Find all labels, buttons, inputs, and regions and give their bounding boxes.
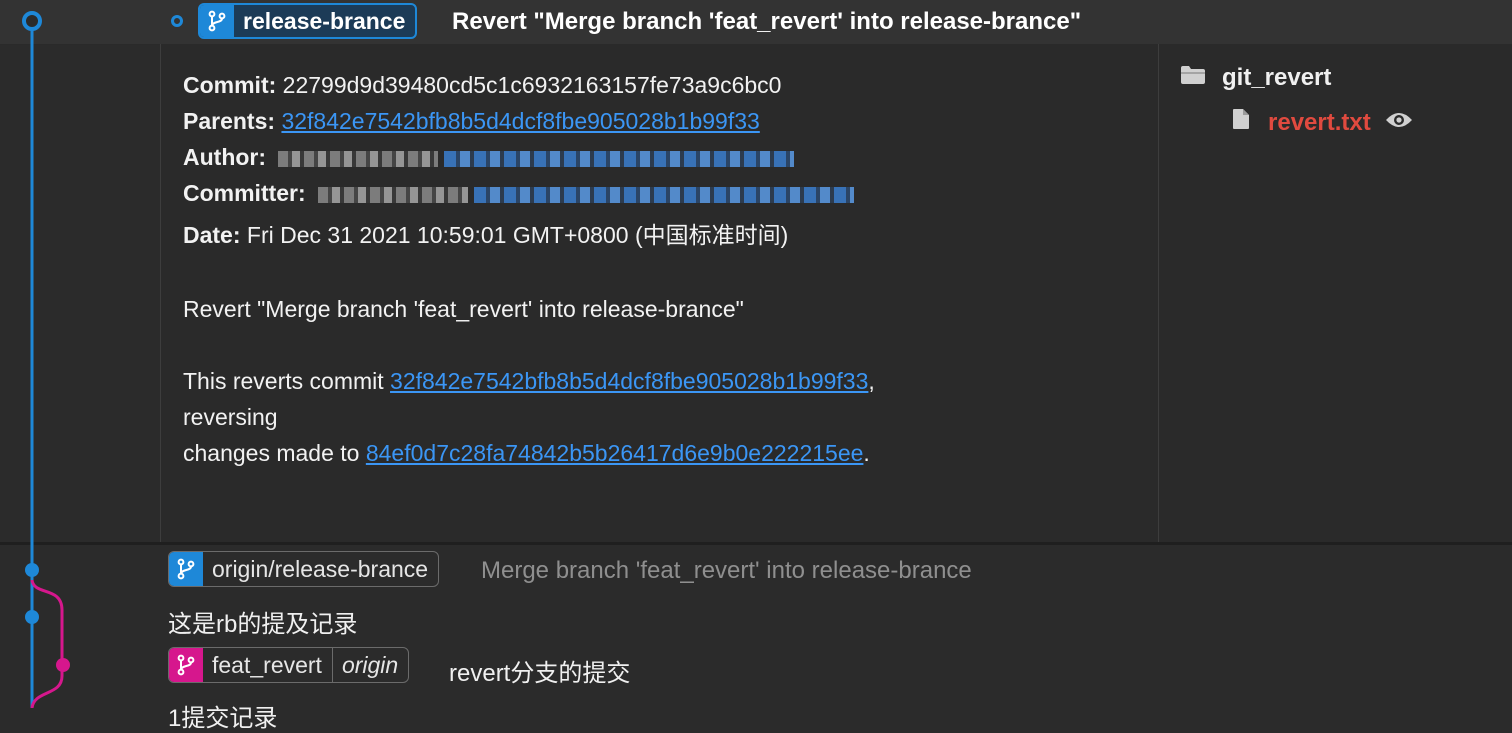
- commit-message-title: Revert "Merge branch 'feat_revert' into …: [183, 296, 744, 322]
- commit-node-selected[interactable]: [22, 11, 42, 31]
- remote-label: origin: [341, 651, 399, 678]
- date-label: Date:: [183, 222, 241, 248]
- committer-label: Committer:: [183, 180, 306, 206]
- committer-email-redacted: [474, 186, 855, 203]
- file-icon: [1232, 108, 1250, 137]
- message-line3-prefix: changes made to: [183, 440, 366, 466]
- parents-hash-link[interactable]: 32f842e7542bfb8b5d4dcf8fbe905028b1b99f33: [281, 108, 759, 134]
- commit-message-line3: changes made to 84ef0d7c28fa74842b5b2641…: [183, 440, 870, 467]
- file-item-revert-txt[interactable]: revert.txt: [1232, 108, 1413, 137]
- reverted-commit-link[interactable]: 32f842e7542bfb8b5d4dcf8fbe905028b1b99f33: [390, 368, 868, 394]
- author-label: Author:: [183, 144, 267, 170]
- changes-commit-link[interactable]: 84ef0d7c28fa74842b5b26417d6e9b0e222215ee: [366, 440, 864, 466]
- git-branch-icon: [169, 552, 203, 586]
- author-email-redacted: [444, 150, 795, 167]
- commit-message-line2: reversing: [183, 404, 278, 430]
- file-name: revert.txt: [1268, 108, 1371, 136]
- folder-icon: [1180, 64, 1206, 92]
- feat-branch-line-bottom: [30, 666, 64, 708]
- branch-label: release-brance: [243, 7, 406, 34]
- author-line: Author:: [183, 144, 795, 171]
- date-line: Date: Fri Dec 31 2021 10:59:01 GMT+0800 …: [183, 216, 788, 250]
- author-name-redacted: [278, 150, 439, 167]
- message-line1-suffix: ,: [868, 368, 875, 394]
- eye-icon[interactable]: [1385, 109, 1413, 137]
- panel-divider: [0, 542, 1512, 545]
- selected-commit-subject: Revert "Merge branch 'feat_revert' into …: [452, 8, 1082, 35]
- date-value: Fri Dec 31 2021 10:59:01 GMT+0800 (中国标准时…: [246, 222, 789, 248]
- parents-line: Parents: 32f842e7542bfb8b5d4dcf8fbe90502…: [183, 108, 760, 135]
- commit-message-line1: This reverts commit 32f842e7542bfb8b5d4d…: [183, 368, 875, 395]
- commit-subject-first[interactable]: 1提交记录: [168, 698, 277, 733]
- commit-label: Commit:: [183, 72, 277, 98]
- commit-node-rb[interactable]: [25, 610, 39, 624]
- head-indicator-icon: [171, 15, 183, 27]
- branch-label: feat_revert: [212, 651, 322, 678]
- message-line3-suffix: .: [863, 440, 870, 466]
- message-line1-prefix: This reverts commit: [183, 368, 391, 394]
- commit-subject-rb[interactable]: 这是rb的提及记录: [168, 604, 357, 639]
- committer-name-redacted: [318, 186, 469, 203]
- committer-line: Committer:: [183, 180, 855, 207]
- branch-badge-feat-revert[interactable]: feat_revert origin: [168, 647, 410, 683]
- commit-node-feat[interactable]: [56, 658, 70, 672]
- git-branch-icon: [169, 648, 203, 682]
- commit-node-merge[interactable]: [25, 563, 39, 577]
- folder-name: git_revert: [1222, 64, 1332, 91]
- parents-label: Parents:: [183, 108, 276, 134]
- commit-hash-line: Commit: 22799d9d39480cd5c1c6932163157fe7…: [183, 72, 781, 99]
- git-branch-icon: [200, 5, 234, 37]
- commit-hash: 22799d9d39480cd5c1c6932163157fe73a9c6bc0: [282, 72, 782, 98]
- branch-label: origin/release-brance: [212, 555, 429, 582]
- folder-item[interactable]: git_revert: [1180, 64, 1331, 92]
- commit-subject-merge[interactable]: Merge branch 'feat_revert' into release-…: [481, 557, 972, 585]
- branch-badge-release-brance[interactable]: release-brance: [198, 3, 418, 39]
- branch-badge-origin-release-brance[interactable]: origin/release-brance: [168, 551, 440, 587]
- feat-branch-line-top: [30, 579, 64, 666]
- commit-subject-feat[interactable]: revert分支的提交: [449, 653, 630, 688]
